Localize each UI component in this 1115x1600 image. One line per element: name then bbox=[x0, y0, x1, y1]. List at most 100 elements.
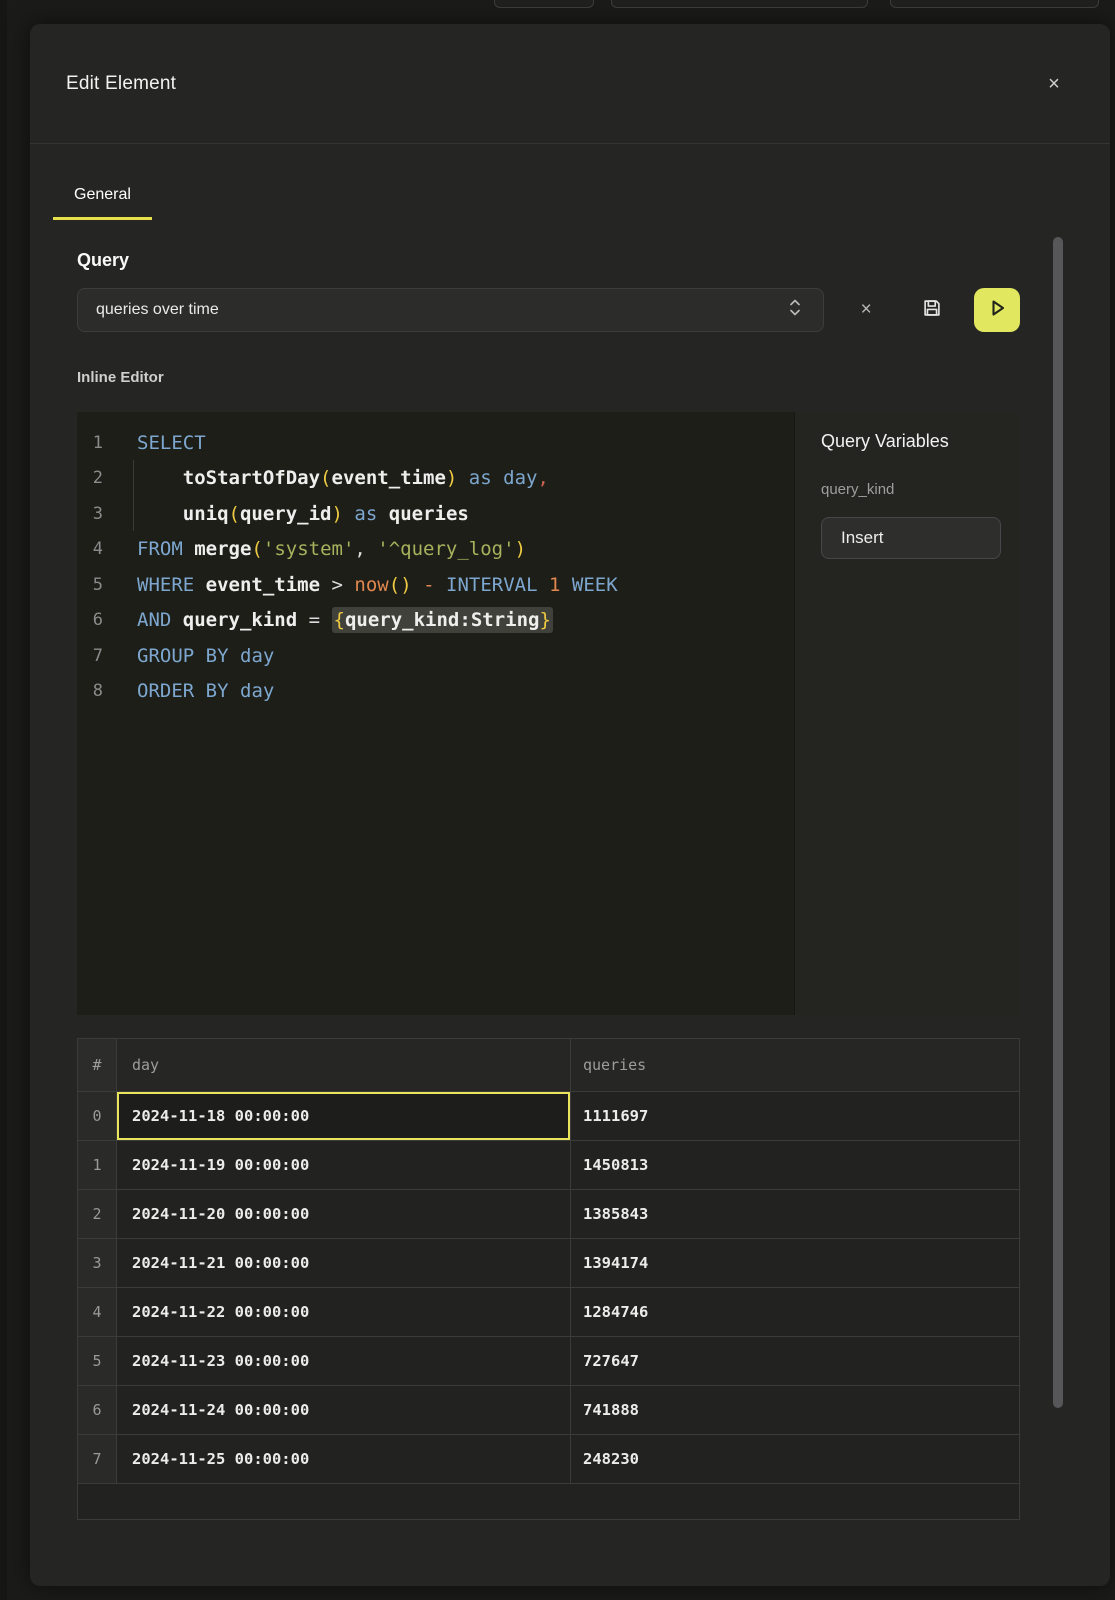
sql-code-area[interactable]: 1SELECT2 toStartOfDay(event_time) as day… bbox=[77, 412, 794, 1015]
clear-query-button[interactable]: × bbox=[851, 295, 881, 325]
code-line[interactable]: 1SELECT bbox=[77, 425, 794, 461]
table-row: 12024-11-19 00:00:001450813 bbox=[78, 1140, 1019, 1189]
play-icon bbox=[985, 296, 1009, 325]
code-token: - bbox=[423, 574, 434, 596]
column-header-index: # bbox=[78, 1039, 117, 1091]
queries-cell[interactable]: 727647 bbox=[571, 1337, 1019, 1385]
results-table: # day queries 02024-11-18 00:00:00111169… bbox=[77, 1038, 1020, 1520]
code-token: queries bbox=[389, 503, 469, 525]
code-token: ) bbox=[332, 503, 343, 525]
code-line[interactable]: 2 toStartOfDay(event_time) as day, bbox=[77, 461, 794, 497]
code-token: , bbox=[537, 467, 548, 489]
tab-general[interactable]: General bbox=[53, 178, 152, 220]
code-token: > bbox=[332, 574, 343, 596]
general-tab-content: Query queries over time × bbox=[30, 250, 1110, 1520]
run-query-button[interactable] bbox=[974, 288, 1020, 332]
code-line[interactable]: 6 AND query_kind = {query_kind:String} bbox=[77, 603, 794, 639]
day-cell[interactable]: 2024-11-25 00:00:00 bbox=[117, 1435, 571, 1483]
results-table-footer bbox=[78, 1483, 1019, 1519]
insert-variable-button[interactable]: Insert bbox=[821, 517, 1001, 559]
code-token: 1 bbox=[549, 574, 560, 596]
close-icon[interactable]: × bbox=[1042, 72, 1066, 96]
code-token bbox=[320, 609, 331, 631]
save-icon bbox=[921, 297, 943, 324]
code-token: uniq bbox=[183, 503, 229, 525]
queries-cell[interactable]: 1111697 bbox=[571, 1092, 1019, 1140]
code-token: as bbox=[469, 467, 492, 489]
code-token: INTERVAL bbox=[446, 574, 538, 596]
code-text: WHERE event_time > now() - INTERVAL 1 WE… bbox=[137, 574, 618, 596]
code-token bbox=[320, 574, 331, 596]
code-token: day bbox=[240, 645, 274, 667]
sql-editor: 1SELECT2 toStartOfDay(event_time) as day… bbox=[77, 412, 1020, 1015]
code-text: FROM merge('system', '^query_log') bbox=[137, 538, 526, 560]
queries-cell[interactable]: 1394174 bbox=[571, 1239, 1019, 1287]
table-row: 62024-11-24 00:00:00741888 bbox=[78, 1385, 1019, 1434]
day-cell[interactable]: 2024-11-21 00:00:00 bbox=[117, 1239, 571, 1287]
line-number: 1 bbox=[77, 433, 103, 453]
day-cell[interactable]: 2024-11-23 00:00:00 bbox=[117, 1337, 571, 1385]
query-variables-panel: Query Variables query_kindInsert bbox=[794, 412, 1020, 1015]
code-token bbox=[435, 574, 446, 596]
code-line[interactable]: 8ORDER BY day bbox=[77, 674, 794, 710]
code-text: AND query_kind = {query_kind:String} bbox=[137, 609, 553, 631]
row-index-cell: 3 bbox=[78, 1239, 117, 1287]
code-text: toStartOfDay(event_time) as day, bbox=[137, 467, 549, 489]
day-cell[interactable]: 2024-11-20 00:00:00 bbox=[117, 1190, 571, 1238]
code-token bbox=[297, 609, 308, 631]
code-token bbox=[343, 574, 354, 596]
day-cell[interactable]: 2024-11-19 00:00:00 bbox=[117, 1141, 571, 1189]
code-token: ( bbox=[229, 503, 240, 525]
chevron-up-down-icon bbox=[789, 298, 801, 323]
line-number: 6 bbox=[77, 610, 103, 630]
day-cell[interactable]: 2024-11-22 00:00:00 bbox=[117, 1288, 571, 1336]
code-line[interactable]: 4FROM merge('system', '^query_log') bbox=[77, 532, 794, 568]
code-token: , bbox=[354, 538, 365, 560]
queries-cell[interactable]: 248230 bbox=[571, 1435, 1019, 1483]
code-token: ) bbox=[400, 574, 411, 596]
line-number: 7 bbox=[77, 646, 103, 666]
table-row: 02024-11-18 00:00:001111697 bbox=[78, 1091, 1019, 1140]
code-token: query_id bbox=[240, 503, 332, 525]
queries-cell[interactable]: 1385843 bbox=[571, 1190, 1019, 1238]
row-index-cell: 2 bbox=[78, 1190, 117, 1238]
save-query-button[interactable] bbox=[917, 295, 947, 325]
queries-cell[interactable]: 1284746 bbox=[571, 1288, 1019, 1336]
code-token bbox=[171, 609, 182, 631]
tab-bar: General bbox=[53, 178, 1110, 220]
query-variables-list: query_kindInsert bbox=[821, 481, 1020, 559]
code-token: = bbox=[309, 609, 320, 631]
code-token bbox=[457, 467, 468, 489]
code-text: GROUP BY day bbox=[137, 645, 274, 667]
column-header-day[interactable]: day bbox=[117, 1039, 571, 1091]
saved-query-select[interactable]: queries over time bbox=[77, 288, 824, 332]
code-line[interactable]: 5WHERE event_time > now() - INTERVAL 1 W… bbox=[77, 567, 794, 603]
row-index-cell: 1 bbox=[78, 1141, 117, 1189]
queries-cell[interactable]: 1450813 bbox=[571, 1141, 1019, 1189]
code-token bbox=[492, 467, 503, 489]
code-token bbox=[560, 574, 571, 596]
row-index-cell: 0 bbox=[78, 1092, 117, 1140]
day-cell-selected[interactable]: 2024-11-18 00:00:00 bbox=[117, 1092, 571, 1140]
results-table-body: 02024-11-18 00:00:00111169712024-11-19 0… bbox=[78, 1091, 1019, 1483]
code-line[interactable]: 3 uniq(query_id) as queries bbox=[77, 496, 794, 532]
table-row: 22024-11-20 00:00:001385843 bbox=[78, 1189, 1019, 1238]
query-parameter-chip[interactable]: {query_kind:String} bbox=[332, 607, 553, 633]
code-token bbox=[412, 574, 423, 596]
queries-cell[interactable]: 741888 bbox=[571, 1386, 1019, 1434]
code-token: ORDER bbox=[137, 680, 194, 702]
code-token: FROM bbox=[137, 538, 183, 560]
background-toolbar-button-3 bbox=[890, 0, 1099, 8]
row-index-cell: 5 bbox=[78, 1337, 117, 1385]
modal-scrollbar-thumb[interactable] bbox=[1053, 237, 1063, 1408]
code-token: event_time bbox=[332, 467, 446, 489]
code-token: } bbox=[539, 609, 550, 631]
code-token: ) bbox=[446, 467, 457, 489]
code-line[interactable]: 7 GROUP BY day bbox=[77, 638, 794, 674]
day-cell[interactable]: 2024-11-24 00:00:00 bbox=[117, 1386, 571, 1434]
table-row: 42024-11-22 00:00:001284746 bbox=[78, 1287, 1019, 1336]
code-token: BY bbox=[206, 645, 229, 667]
query-select-row: queries over time × bbox=[77, 288, 1020, 332]
line-number: 3 bbox=[77, 504, 103, 524]
column-header-queries[interactable]: queries bbox=[571, 1039, 1019, 1091]
